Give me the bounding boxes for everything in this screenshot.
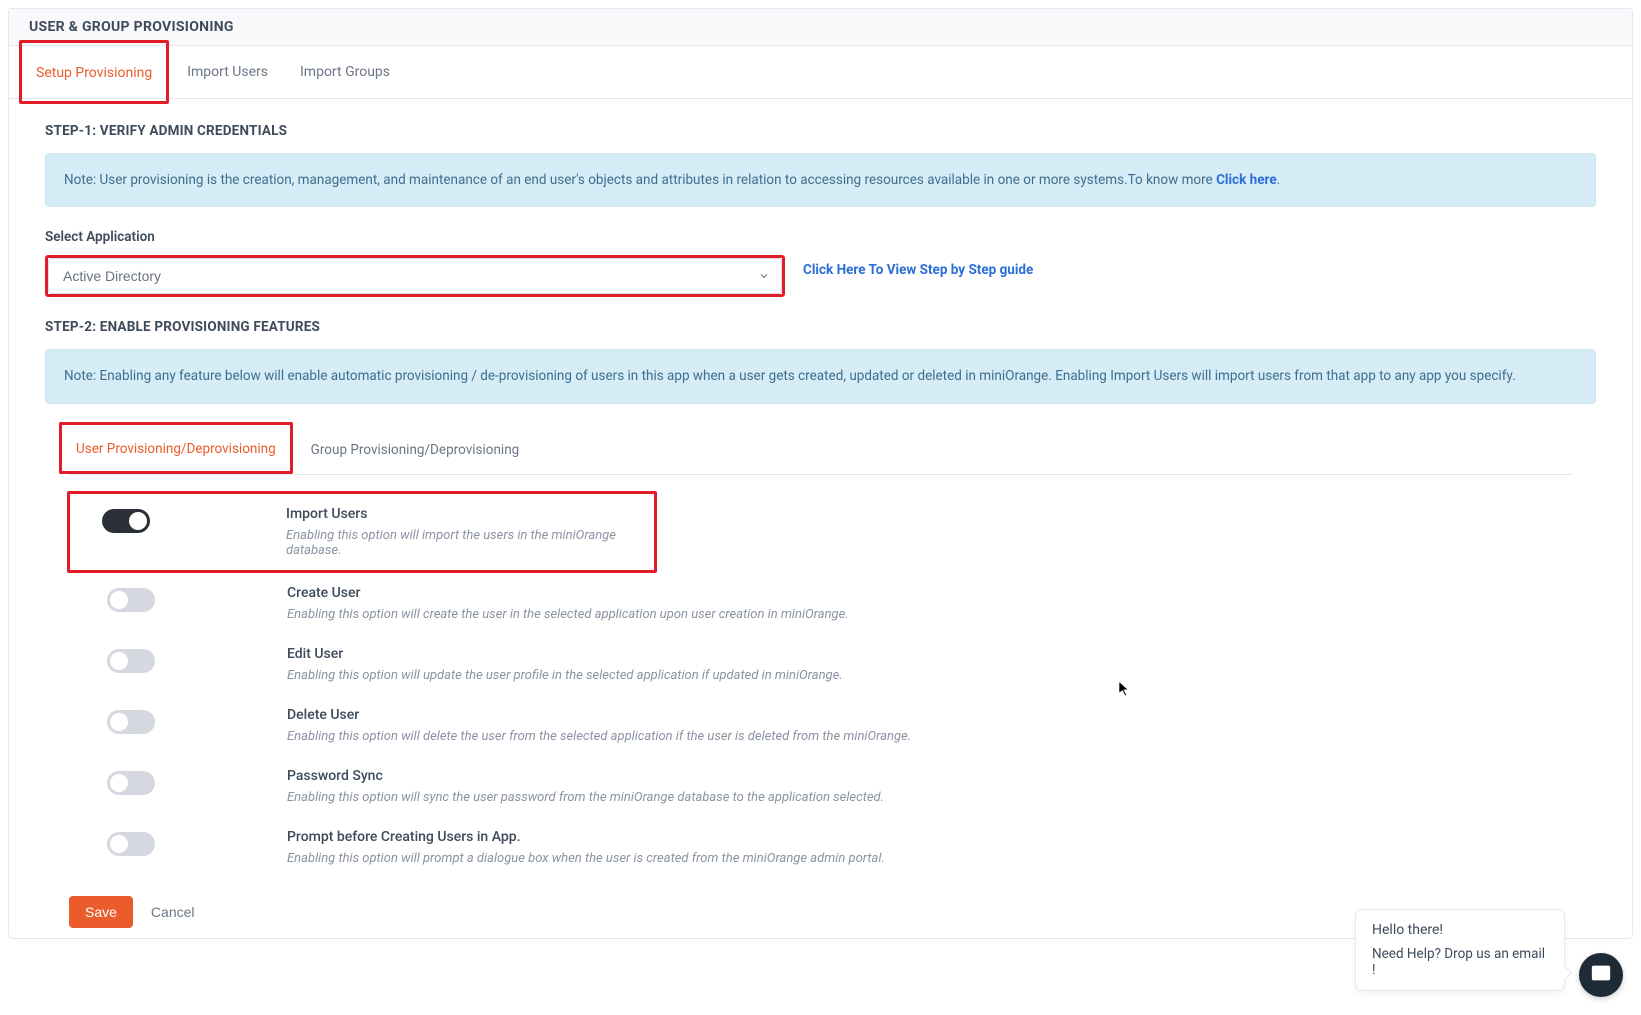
toggle-prompt-create[interactable] xyxy=(107,832,155,856)
feature-desc: Enabling this option will delete the use… xyxy=(287,729,911,744)
help-popover: Hello there! Need Help? Drop us an email… xyxy=(1355,909,1565,991)
provisioning-panel: USER & GROUP PROVISIONING Setup Provisio… xyxy=(8,8,1633,939)
feature-row-delete-user: Delete User Enabling this option will de… xyxy=(69,695,1572,756)
feature-text: Import Users Enabling this option will i… xyxy=(286,506,646,558)
tab-import-users[interactable]: Import Users xyxy=(183,46,272,98)
step1-note-text: Note: User provisioning is the creation,… xyxy=(64,172,1216,188)
feature-text: Delete User Enabling this option will de… xyxy=(287,707,911,744)
tab-highlight: Setup Provisioning xyxy=(19,40,169,104)
feature-title: Import Users xyxy=(286,506,646,522)
feature-title: Edit User xyxy=(287,646,843,662)
step1-note-link[interactable]: Click here xyxy=(1216,172,1277,188)
select-application-highlight: Active Directory xyxy=(45,255,785,297)
mail-icon xyxy=(1590,962,1612,988)
feature-desc: Enabling this option will sync the user … xyxy=(287,790,884,805)
feature-text: Password Sync Enabling this option will … xyxy=(287,768,884,805)
feature-title: Password Sync xyxy=(287,768,884,784)
feature-row-create-user: Create User Enabling this option will cr… xyxy=(69,573,1572,634)
toggle-edit-user[interactable] xyxy=(107,649,155,673)
select-application-label: Select Application xyxy=(45,229,1596,245)
features-list: Import Users Enabling this option will i… xyxy=(69,491,1572,878)
toggle-create-user[interactable] xyxy=(107,588,155,612)
help-hello: Hello there! xyxy=(1372,922,1548,938)
toggle-password-sync[interactable] xyxy=(107,771,155,795)
step1-title: STEP-1: VERIFY ADMIN CREDENTIALS xyxy=(45,123,1596,139)
help-popover-tail xyxy=(1558,966,1572,980)
step1-note: Note: User provisioning is the creation,… xyxy=(45,153,1596,207)
cursor-icon xyxy=(1118,680,1132,698)
toggle-import-users[interactable] xyxy=(102,509,150,533)
feature-text: Prompt before Creating Users in App. Ena… xyxy=(287,829,885,866)
tab-import-groups[interactable]: Import Groups xyxy=(296,46,394,98)
feature-row-import-users: Import Users Enabling this option will i… xyxy=(67,491,657,573)
panel-title: USER & GROUP PROVISIONING xyxy=(9,9,1632,46)
provisioning-subtabs: User Provisioning/Deprovisioning Group P… xyxy=(69,426,1572,475)
feature-row-edit-user: Edit User Enabling this option will upda… xyxy=(69,634,1572,695)
select-application-row: Active Directory Click Here To View Step… xyxy=(45,255,1596,297)
main-tabs: Setup Provisioning Import Users Import G… xyxy=(9,46,1632,99)
feature-text: Edit User Enabling this option will upda… xyxy=(287,646,843,683)
form-actions: Save Cancel xyxy=(69,896,1572,928)
feature-title: Prompt before Creating Users in App. xyxy=(287,829,885,845)
feature-desc: Enabling this option will update the use… xyxy=(287,668,843,683)
feature-row-password-sync: Password Sync Enabling this option will … xyxy=(69,756,1572,817)
feature-row-prompt-create: Prompt before Creating Users in App. Ena… xyxy=(69,817,1572,878)
step2-note: Note: Enabling any feature below will en… xyxy=(45,349,1596,403)
cancel-button[interactable]: Cancel xyxy=(151,904,195,920)
feature-desc: Enabling this option will create the use… xyxy=(287,607,849,622)
save-button[interactable]: Save xyxy=(69,896,133,928)
tab-content: STEP-1: VERIFY ADMIN CREDENTIALS Note: U… xyxy=(9,99,1632,938)
subtab-group-provisioning[interactable]: Group Provisioning/Deprovisioning xyxy=(307,428,524,472)
help-fab[interactable] xyxy=(1579,953,1623,997)
select-application[interactable]: Active Directory xyxy=(48,258,782,294)
step1-note-suffix: . xyxy=(1277,172,1281,188)
subtab-user-provisioning[interactable]: User Provisioning/Deprovisioning xyxy=(72,427,280,471)
subtab-highlight: User Provisioning/Deprovisioning xyxy=(59,422,293,474)
feature-text: Create User Enabling this option will cr… xyxy=(287,585,849,622)
feature-title: Create User xyxy=(287,585,849,601)
step-by-step-guide-link[interactable]: Click Here To View Step by Step guide xyxy=(803,262,1033,278)
toggle-delete-user[interactable] xyxy=(107,710,155,734)
help-ask: Need Help? Drop us an email ! xyxy=(1372,946,1548,978)
tab-setup-provisioning[interactable]: Setup Provisioning xyxy=(32,47,156,99)
feature-desc: Enabling this option will import the use… xyxy=(286,528,646,558)
feature-desc: Enabling this option will prompt a dialo… xyxy=(287,851,885,866)
step2-title: STEP-2: ENABLE PROVISIONING FEATURES xyxy=(45,319,1596,335)
feature-title: Delete User xyxy=(287,707,911,723)
